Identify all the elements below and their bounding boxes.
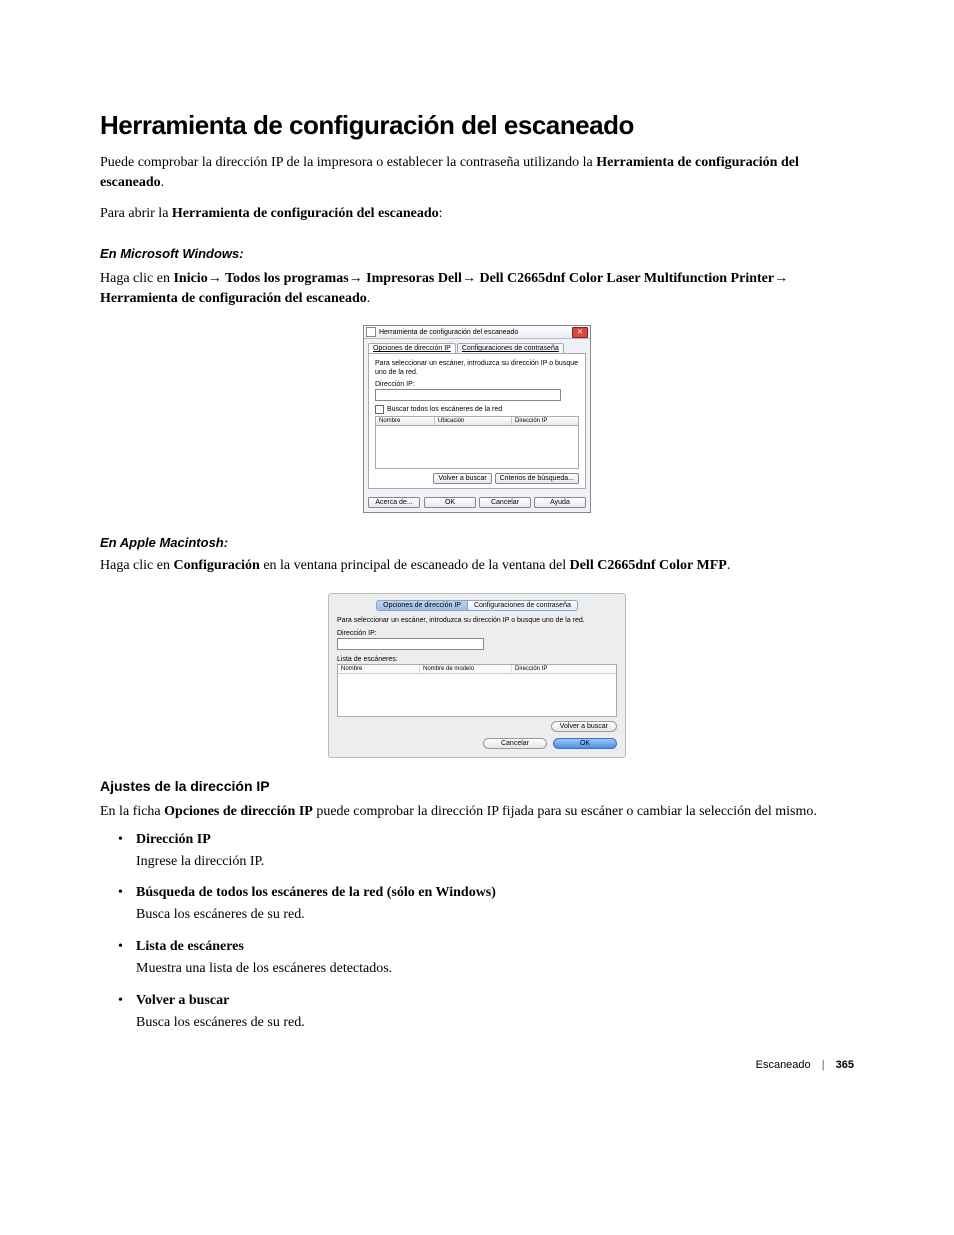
win-prefix: Haga clic en: [100, 271, 173, 286]
intro1-prefix: Puede comprobar la dirección IP de la im…: [100, 155, 596, 170]
window-title: Herramienta de configuración del escanea…: [379, 329, 572, 336]
arrow-icon: →: [774, 269, 788, 285]
ok-button[interactable]: OK: [553, 738, 617, 749]
mac-suffix: .: [727, 558, 731, 573]
ip-settings-list: Dirección IP Ingrese la dirección IP. Bú…: [100, 832, 854, 1032]
arrow-icon: →: [349, 269, 363, 285]
ip-label: Dirección IP:: [375, 381, 579, 388]
ip-intro-bold: Opciones de dirección IP: [164, 804, 313, 819]
table-body: [338, 674, 616, 716]
titlebar: Herramienta de configuración del escanea…: [364, 326, 590, 339]
rescan-button[interactable]: Volver a buscar: [433, 473, 491, 484]
ip-settings-intro: En la ficha Opciones de dirección IP pue…: [100, 802, 854, 822]
tab-password-config[interactable]: Configuraciones de contraseña: [468, 600, 578, 611]
col-name: Nombre: [338, 665, 420, 673]
col-ip: Dirección IP: [512, 665, 616, 673]
cancel-button[interactable]: Cancelar: [483, 738, 547, 749]
scanner-list-label: Lista de escáneres:: [337, 656, 617, 663]
search-all-label: Buscar todos los escáneres de la red: [387, 406, 502, 413]
windows-dialog: Herramienta de configuración del escanea…: [363, 325, 591, 513]
scanner-table: Nombre Nombre de modelo Dirección IP: [337, 664, 617, 717]
tabs: Opciones de dirección IP Configuraciones…: [364, 339, 590, 353]
ip-input[interactable]: [337, 638, 484, 650]
help-button[interactable]: Ayuda: [534, 497, 586, 508]
list-item: Dirección IP Ingrese la dirección IP.: [100, 832, 854, 872]
arrow-icon: →: [208, 269, 222, 285]
item-desc: Muestra una lista de los escáneres detec…: [136, 959, 854, 979]
col-name: Nombre: [376, 417, 435, 425]
ip-intro-suffix: puede comprobar la dirección IP fijada p…: [313, 804, 817, 819]
intro-paragraph-2: Para abrir la Herramienta de configuraci…: [100, 204, 854, 224]
page-number: 365: [836, 1059, 854, 1071]
about-button[interactable]: Acerca de...: [368, 497, 420, 508]
win-suffix: .: [367, 291, 371, 306]
page-footer: Escaneado | 365: [756, 1059, 854, 1071]
col-ip: Dirección IP: [512, 417, 578, 425]
win-tool: Herramienta de configuración del escanea…: [100, 291, 367, 306]
mac-device: Dell C2665dnf Color MFP: [570, 558, 727, 573]
table-header: Nombre Nombre de modelo Dirección IP: [338, 665, 616, 674]
intro1-suffix: .: [161, 175, 165, 190]
app-icon: [366, 327, 376, 337]
search-all-checkbox[interactable]: [375, 405, 384, 414]
mac-tabs: Opciones de dirección IP Configuraciones…: [337, 600, 617, 611]
tab-password-config[interactable]: Configuraciones de contraseña: [457, 343, 564, 353]
table-body: [375, 426, 579, 469]
intro2-prefix: Para abrir la: [100, 206, 172, 221]
item-title: Volver a buscar: [136, 993, 229, 1008]
rescan-button[interactable]: Volver a buscar: [551, 721, 617, 732]
panel-description: Para seleccionar un escáner, introduzca …: [337, 617, 617, 624]
ip-input[interactable]: [375, 389, 561, 401]
item-title: Dirección IP: [136, 832, 211, 847]
table-header: Nombre Ubicación Dirección IP: [375, 416, 579, 426]
tab-panel: Para seleccionar un escáner, introduzca …: [368, 353, 586, 489]
item-desc: Ingrese la dirección IP.: [136, 852, 854, 872]
item-desc: Busca los escáneres de su red.: [136, 1013, 854, 1033]
search-criteria-button[interactable]: Criterios de búsqueda...: [495, 473, 579, 484]
mac-mid: en la ventana principal de escaneado de …: [260, 558, 570, 573]
windows-subheading: En Microsoft Windows:: [100, 246, 854, 261]
item-title: Búsqueda de todos los escáneres de la re…: [136, 885, 383, 900]
mac-config: Configuración: [173, 558, 259, 573]
ip-settings-heading: Ajustes de la dirección IP: [100, 778, 854, 794]
arrow-icon: →: [462, 269, 476, 285]
item-note: (sólo en Windows): [383, 885, 496, 900]
ok-button[interactable]: OK: [424, 497, 476, 508]
list-item: Búsqueda de todos los escáneres de la re…: [100, 885, 854, 925]
col-model: Nombre de modelo: [420, 665, 512, 673]
item-title: Lista de escáneres: [136, 939, 244, 954]
windows-instruction: Haga clic en Inicio→ Todos los programas…: [100, 267, 854, 310]
ip-label: Dirección IP:: [337, 630, 617, 637]
mac-prefix: Haga clic en: [100, 558, 173, 573]
list-item: Volver a buscar Busca los escáneres de s…: [100, 993, 854, 1033]
list-item: Lista de escáneres Muestra una lista de …: [100, 939, 854, 979]
win-impresoras: Impresoras Dell: [363, 271, 462, 286]
tab-ip-options[interactable]: Opciones de dirección IP: [368, 343, 456, 353]
mac-subheading: En Apple Macintosh:: [100, 535, 854, 550]
intro2-suffix: :: [439, 206, 443, 221]
tab-ip-options[interactable]: Opciones de dirección IP: [376, 600, 468, 611]
panel-description: Para seleccionar un escáner, introduzca …: [375, 360, 579, 377]
mac-dialog: Opciones de dirección IP Configuraciones…: [328, 593, 626, 758]
item-desc: Busca los escáneres de su red.: [136, 905, 854, 925]
page-title: Herramienta de configuración del escanea…: [100, 110, 854, 141]
intro2-bold: Herramienta de configuración del escanea…: [172, 206, 439, 221]
col-location: Ubicación: [435, 417, 512, 425]
win-inicio: Inicio: [173, 271, 207, 286]
close-icon[interactable]: ✕: [572, 327, 588, 338]
win-device: Dell C2665dnf Color Laser Multifunction …: [476, 271, 774, 286]
intro-paragraph-1: Puede comprobar la dirección IP de la im…: [100, 153, 854, 194]
win-todos: Todos los programas: [222, 271, 349, 286]
footer-label: Escaneado: [756, 1059, 811, 1071]
mac-instruction: Haga clic en Configuración en la ventana…: [100, 556, 854, 576]
footer-separator: |: [822, 1059, 825, 1071]
cancel-button[interactable]: Cancelar: [479, 497, 531, 508]
ip-intro-prefix: En la ficha: [100, 804, 164, 819]
